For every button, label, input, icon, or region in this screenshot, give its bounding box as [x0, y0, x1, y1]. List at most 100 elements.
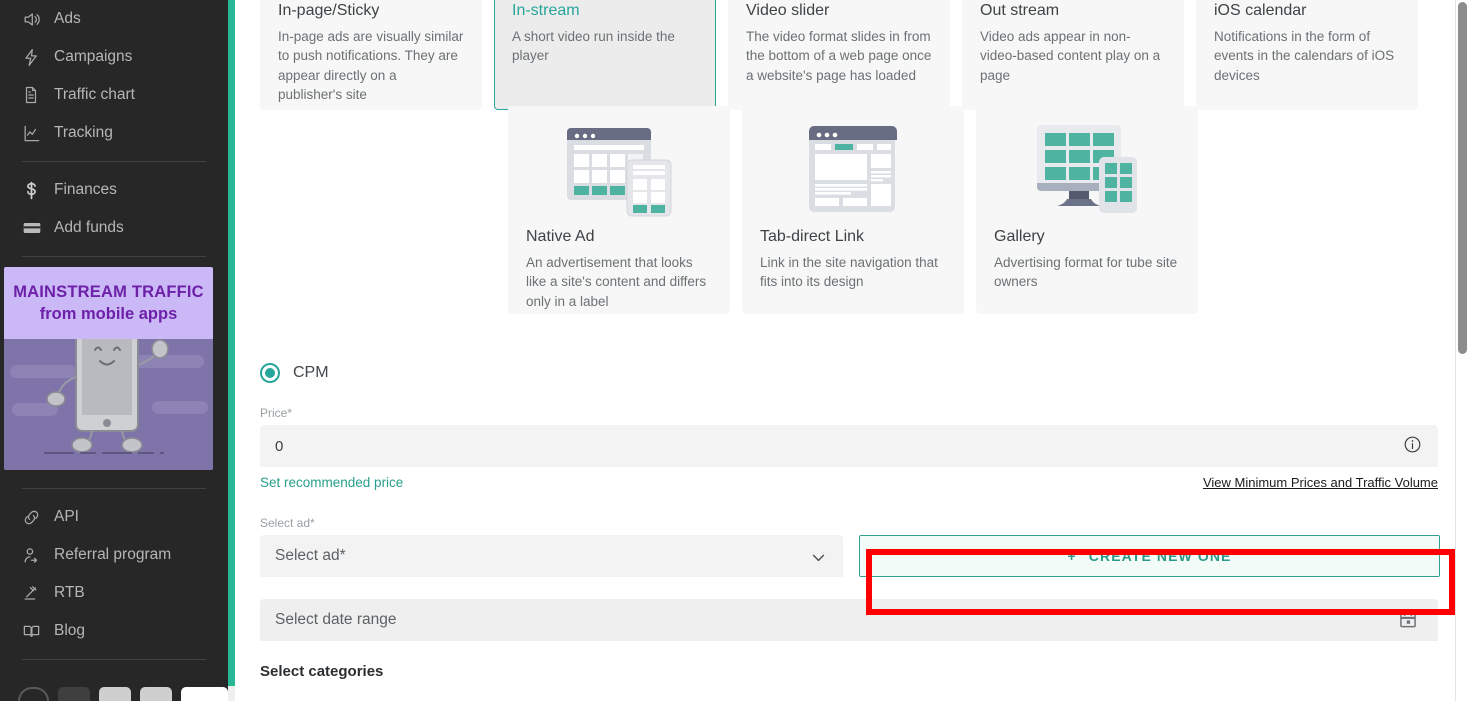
format-card-ios-calendar[interactable]: iOS calendar Notifications in the form o…	[1196, 0, 1418, 110]
create-campaign-form: In-page/Sticky In-page ads are visually …	[260, 0, 1440, 680]
format-card-title: Tab-direct Link	[760, 228, 946, 246]
app-root: Ads Campaigns Traffic	[0, 0, 1469, 701]
format-card-gallery[interactable]: Gallery Advertising format for tube site…	[976, 106, 1198, 314]
format-card-description: The video format slides in from the bott…	[746, 27, 932, 85]
sidebar-item-traffic-chart[interactable]: Traffic chart	[22, 76, 206, 114]
create-new-one-button[interactable]: + CREATE NEW ONE	[859, 535, 1440, 577]
dollar-icon	[22, 181, 48, 200]
info-icon[interactable]	[1403, 435, 1422, 454]
price-field-group: Price* Set recommended price View Minimu…	[260, 406, 1440, 490]
monitor-gallery-illustration	[994, 114, 1180, 226]
create-new-one-label: CREATE NEW ONE	[1089, 548, 1232, 564]
document-icon	[22, 86, 48, 104]
format-card-title: In-stream	[512, 2, 698, 20]
line-chart-icon	[22, 124, 48, 143]
date-range-placeholder: Select date range	[275, 611, 397, 629]
lightning-icon	[22, 48, 48, 67]
sidebar-item-add-funds[interactable]: Add funds	[22, 209, 206, 247]
format-card-video-slider[interactable]: Video slider The video format slides in …	[728, 0, 950, 110]
format-card-title: Out stream	[980, 2, 1166, 20]
format-card-tab-direct-link[interactable]: Tab-direct Link Link in the site navigat…	[742, 106, 964, 314]
format-card-title: Video slider	[746, 2, 932, 20]
sidebar-nav-primary: Ads Campaigns Traffic	[0, 0, 228, 152]
promo-line-1: MAINSTREAM TRAFFIC	[13, 283, 204, 302]
view-minimum-prices-link[interactable]: View Minimum Prices and Traffic Volume	[1203, 475, 1438, 490]
sidebar-item-api[interactable]: API	[22, 498, 206, 536]
sidebar-scrollbar-thumb[interactable]	[228, 0, 235, 686]
sidebar: Ads Campaigns Traffic	[0, 0, 228, 701]
calendar-icon[interactable]	[1398, 610, 1418, 635]
format-card-description: An advertisement that looks like a site'…	[526, 253, 712, 311]
sidebar-item-label: Referral program	[54, 546, 171, 564]
format-card-in-stream[interactable]: In-stream A short video run inside the p…	[494, 0, 716, 110]
price-input[interactable]	[260, 425, 1438, 467]
sidebar-nav-finance: Finances Add funds	[0, 171, 228, 247]
format-card-description: Link in the site navigation that fits in…	[760, 253, 946, 292]
sidebar-item-label: Campaigns	[54, 48, 132, 66]
sidebar-item-label: Add funds	[54, 219, 124, 237]
format-card-title: Native Ad	[526, 228, 712, 246]
sidebar-item-finances[interactable]: Finances	[22, 171, 206, 209]
set-recommended-price-link[interactable]: Set recommended price	[260, 475, 403, 490]
select-ad-row: Select ad* Select ad* + CR	[260, 516, 1440, 577]
format-card-description: Notifications in the form of events in t…	[1214, 27, 1400, 85]
gavel-icon	[22, 584, 48, 603]
page-scrollbar-thumb[interactable]	[1458, 2, 1467, 354]
sidebar-item-label: Ads	[54, 10, 81, 28]
payment-icon-4[interactable]	[140, 687, 172, 701]
book-icon	[22, 622, 48, 641]
format-card-title: iOS calendar	[1214, 2, 1400, 20]
select-ad-label: Select ad*	[260, 516, 843, 530]
sidebar-item-campaigns[interactable]: Campaigns	[22, 38, 206, 76]
sidebar-nav-secondary: API Referral program	[0, 498, 228, 650]
price-helper-row: Set recommended price View Minimum Price…	[260, 475, 1438, 490]
format-card-description: A short video run inside the player	[512, 27, 698, 66]
select-ad-wrapper: Select ad*	[260, 535, 843, 577]
payment-icon-5[interactable]	[181, 687, 228, 701]
format-card-native-ad[interactable]: Native Ad An advertisement that looks li…	[508, 106, 730, 314]
pricing-model-radio-group: CPM	[260, 362, 1440, 384]
select-ad-dropdown[interactable]: Select ad*	[260, 535, 843, 577]
format-card-description: Video ads appear in non-video-based cont…	[980, 27, 1166, 85]
radio-cpm-label: CPM	[293, 364, 329, 382]
sidebar-item-label: Traffic chart	[54, 86, 135, 104]
sidebar-item-label: Tracking	[54, 124, 113, 142]
ad-format-cards-row-2: Native Ad An advertisement that looks li…	[508, 106, 1440, 314]
format-card-title: In-page/Sticky	[278, 2, 464, 20]
date-range-group: Select date range	[260, 599, 1438, 641]
sidebar-item-ads[interactable]: Ads	[22, 0, 206, 38]
speaker-icon	[22, 10, 48, 29]
browser-window-illustration	[760, 114, 946, 226]
price-field-label: Price*	[260, 406, 1440, 420]
user-arrow-icon	[22, 546, 48, 565]
format-card-description: Advertising format for tube site owners	[994, 253, 1180, 292]
payment-icon-1[interactable]	[18, 687, 49, 701]
radio-cpm[interactable]	[260, 363, 280, 383]
sidebar-divider-1	[22, 161, 206, 162]
promo-illustration	[4, 339, 213, 470]
credit-card-icon	[22, 218, 48, 238]
sidebar-item-blog[interactable]: Blog	[22, 612, 206, 650]
sidebar-item-rtb[interactable]: RTB	[22, 574, 206, 612]
promo-line-2: from mobile apps	[40, 305, 178, 324]
sidebar-item-label: RTB	[54, 584, 85, 602]
format-card-out-stream[interactable]: Out stream Video ads appear in non-video…	[962, 0, 1184, 110]
sidebar-divider-2	[22, 256, 206, 257]
payment-methods-row	[0, 671, 228, 701]
main-content: In-page/Sticky In-page ads are visually …	[228, 0, 1469, 701]
payment-icon-3[interactable]	[99, 687, 131, 701]
promo-heading: MAINSTREAM TRAFFIC from mobile apps	[4, 267, 213, 339]
sidebar-item-referral-program[interactable]: Referral program	[22, 536, 206, 574]
select-ad-group: Select ad* Select ad*	[260, 516, 843, 577]
sidebar-item-label: Finances	[54, 181, 117, 199]
format-card-description: In-page ads are visually similar to push…	[278, 27, 464, 104]
date-range-input[interactable]: Select date range	[260, 599, 1438, 641]
plus-icon: +	[1068, 548, 1077, 564]
select-ad-value: Select ad*	[275, 547, 346, 565]
payment-icon-2[interactable]	[58, 687, 90, 701]
native-ad-illustration	[526, 114, 712, 226]
sidebar-item-tracking[interactable]: Tracking	[22, 114, 206, 152]
sidebar-item-label: API	[54, 508, 79, 526]
promo-banner[interactable]: MAINSTREAM TRAFFIC from mobile apps	[4, 267, 213, 470]
format-card-in-page-sticky[interactable]: In-page/Sticky In-page ads are visually …	[260, 0, 482, 110]
